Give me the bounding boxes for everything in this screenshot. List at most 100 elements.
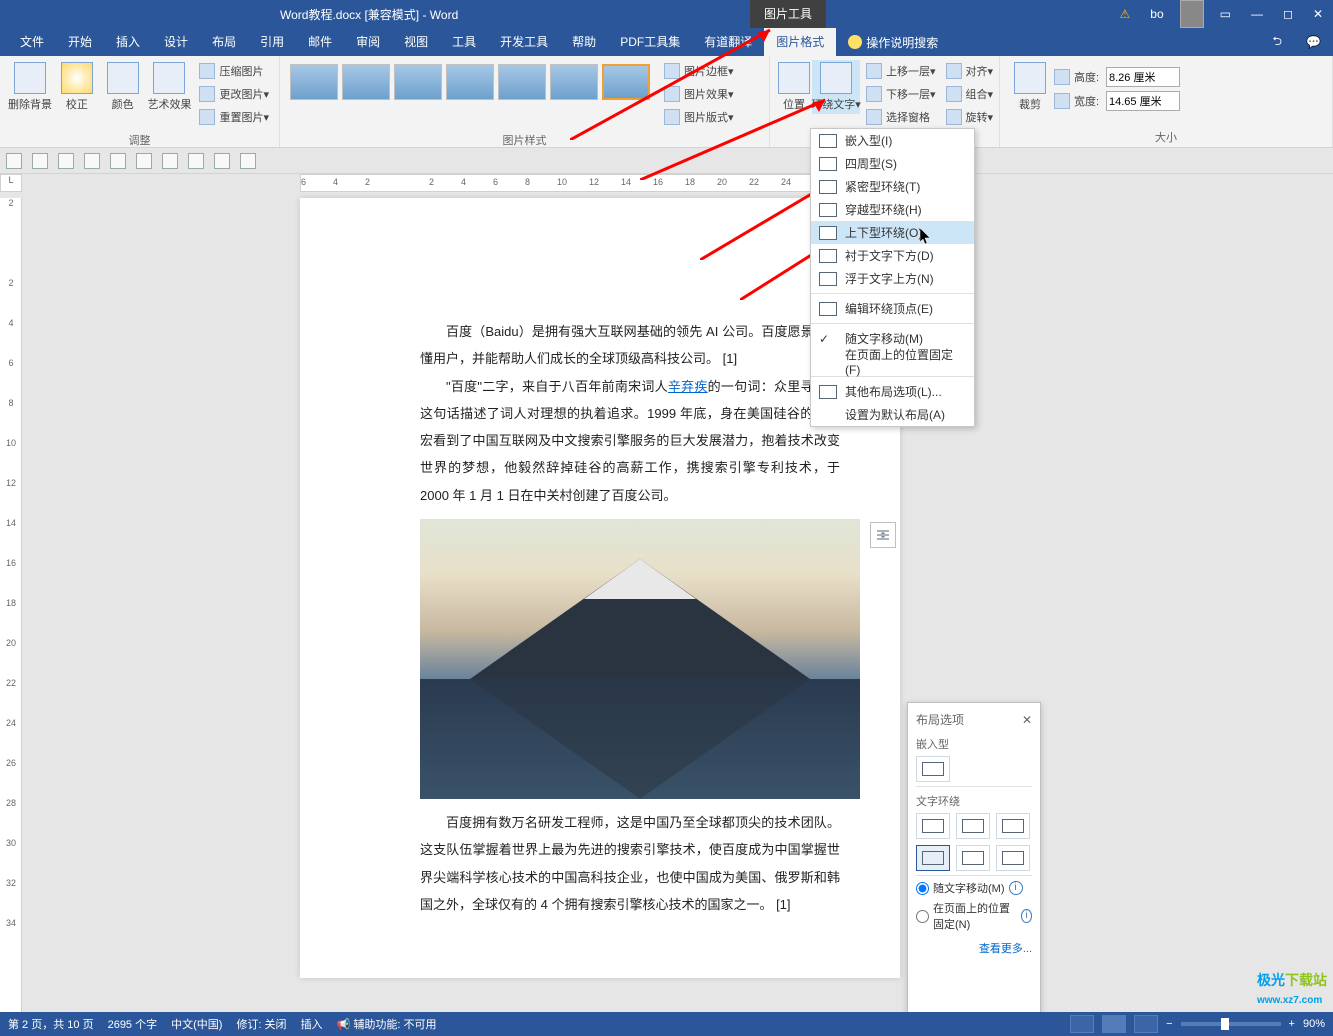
web-layout-button[interactable]	[1134, 1015, 1158, 1033]
fix-on-page[interactable]: 在页面上的位置固定(F)	[811, 350, 974, 373]
qat-icon[interactable]	[240, 153, 256, 169]
style-thumb[interactable]	[550, 64, 598, 100]
wrap-inline[interactable]: 嵌入型(I)	[811, 129, 974, 152]
language[interactable]: 中文(中国)	[171, 1016, 222, 1032]
print-layout-button[interactable]	[1102, 1015, 1126, 1033]
position-button[interactable]: 位置	[776, 60, 812, 114]
picture-style-gallery[interactable]	[286, 60, 654, 104]
style-thumb[interactable]	[290, 64, 338, 100]
maximize-button[interactable]: ◻	[1273, 0, 1303, 28]
vertical-ruler[interactable]: 2246810121416182022242628303234	[0, 198, 22, 1012]
tab-design[interactable]: 设计	[152, 28, 200, 56]
tab-review[interactable]: 审阅	[344, 28, 392, 56]
wrap-behind[interactable]: 衬于文字下方(D)	[811, 244, 974, 267]
wrap-text-button[interactable]: 环绕文字▾	[812, 60, 860, 114]
ribbon-display-icon[interactable]: ▭	[1210, 0, 1241, 28]
tab-tools[interactable]: 工具	[440, 28, 488, 56]
reset-pic-button[interactable]: 重置图片▾	[195, 106, 273, 128]
inserted-picture[interactable]	[420, 519, 840, 799]
layout-behind-option[interactable]	[956, 845, 990, 871]
picture-effects-button[interactable]: 图片效果▾	[660, 83, 738, 105]
insert-mode[interactable]: 插入	[301, 1016, 323, 1032]
tab-picture-format[interactable]: 图片格式	[764, 28, 836, 56]
tab-pdf[interactable]: PDF工具集	[608, 28, 692, 56]
warning-icon[interactable]: ⚠	[1110, 0, 1141, 28]
zoom-level[interactable]: 90%	[1303, 1018, 1325, 1030]
style-thumb-selected[interactable]	[602, 64, 650, 100]
style-thumb[interactable]	[446, 64, 494, 100]
layout-anchor-icon[interactable]	[870, 522, 896, 548]
save-icon[interactable]	[6, 153, 22, 169]
read-mode-button[interactable]	[1070, 1015, 1094, 1033]
wrap-through[interactable]: 穿越型环绕(H)	[811, 198, 974, 221]
edit-wrap-points[interactable]: 编辑环绕顶点(E)	[811, 297, 974, 320]
context-tab-picture-tools[interactable]: 图片工具	[750, 0, 826, 28]
fix-position-radio[interactable]: 在页面上的位置固定(N)i	[916, 900, 1032, 932]
tab-mailings[interactable]: 邮件	[296, 28, 344, 56]
track-changes[interactable]: 修订: 关闭	[236, 1016, 286, 1032]
picture-border-button[interactable]: 图片边框▾	[660, 60, 738, 82]
qat-icon[interactable]	[84, 153, 100, 169]
selection-pane-button[interactable]: 选择窗格	[862, 106, 940, 128]
page-indicator[interactable]: 第 2 页，共 10 页	[8, 1016, 94, 1032]
layout-topbottom-option[interactable]	[916, 845, 950, 871]
qat-icon[interactable]	[214, 153, 230, 169]
tab-translate[interactable]: 有道翻译	[692, 28, 764, 56]
rotate-button[interactable]: 旋转▾	[942, 106, 998, 128]
wrap-square[interactable]: 四周型(S)	[811, 152, 974, 175]
wrap-front[interactable]: 浮于文字上方(N)	[811, 267, 974, 290]
crop-button[interactable]: 裁剪	[1006, 60, 1054, 114]
layout-through-option[interactable]	[996, 813, 1030, 839]
zoom-slider[interactable]	[1181, 1022, 1281, 1026]
comments-icon[interactable]: 💬	[1294, 35, 1333, 49]
more-layout-options[interactable]: 其他布局选项(L)...	[811, 380, 974, 403]
user-name[interactable]: bo	[1140, 0, 1173, 28]
color-button[interactable]: 颜色	[100, 60, 146, 114]
accessibility[interactable]: 📢 辅助功能: 不可用	[337, 1016, 437, 1032]
style-thumb[interactable]	[498, 64, 546, 100]
style-thumb[interactable]	[394, 64, 442, 100]
remove-background-button[interactable]: 删除背景	[6, 60, 54, 114]
qat-icon[interactable]	[110, 153, 126, 169]
share-icon[interactable]: ⮌	[1260, 32, 1294, 53]
qat-icon[interactable]	[136, 153, 152, 169]
close-icon[interactable]: ✕	[1022, 713, 1032, 727]
corrections-button[interactable]: 校正	[54, 60, 100, 114]
word-count[interactable]: 2695 个字	[108, 1016, 158, 1032]
undo-icon[interactable]	[32, 153, 48, 169]
redo-icon[interactable]	[58, 153, 74, 169]
layout-square-option[interactable]	[916, 813, 950, 839]
send-backward-button[interactable]: 下移一层▾	[862, 83, 940, 105]
style-thumb[interactable]	[342, 64, 390, 100]
height-input[interactable]	[1106, 67, 1180, 87]
avatar[interactable]	[1180, 0, 1204, 28]
tab-insert[interactable]: 插入	[104, 28, 152, 56]
qat-icon[interactable]	[162, 153, 178, 169]
change-pic-button[interactable]: 更改图片▾	[195, 83, 273, 105]
layout-tight-option[interactable]	[956, 813, 990, 839]
link-xinqiji[interactable]: 辛弃疾	[668, 379, 708, 394]
width-input[interactable]	[1106, 91, 1180, 111]
bring-forward-button[interactable]: 上移一层▾	[862, 60, 940, 82]
tab-home[interactable]: 开始	[56, 28, 104, 56]
tab-developer[interactable]: 开发工具	[488, 28, 560, 56]
wrap-tight[interactable]: 紧密型环绕(T)	[811, 175, 974, 198]
align-button[interactable]: 对齐▾	[942, 60, 998, 82]
group-button[interactable]: 组合▾	[942, 83, 998, 105]
minimize-button[interactable]: —	[1241, 0, 1273, 28]
compress-button[interactable]: 压缩图片	[195, 60, 273, 82]
tab-view[interactable]: 视图	[392, 28, 440, 56]
picture-layout-button[interactable]: 图片版式▾	[660, 106, 738, 128]
zoom-in[interactable]: +	[1289, 1018, 1295, 1030]
info-icon[interactable]: i	[1021, 909, 1032, 923]
tab-file[interactable]: 文件	[8, 28, 56, 56]
tab-layout[interactable]: 布局	[200, 28, 248, 56]
info-icon[interactable]: i	[1009, 881, 1023, 895]
qat-icon[interactable]	[188, 153, 204, 169]
tab-help[interactable]: 帮助	[560, 28, 608, 56]
see-more-link[interactable]: 查看更多...	[916, 940, 1032, 956]
close-button[interactable]: ✕	[1303, 0, 1333, 28]
zoom-out[interactable]: −	[1166, 1018, 1172, 1030]
set-default-layout[interactable]: 设置为默认布局(A)	[811, 403, 974, 426]
tell-me[interactable]: 操作说明搜索	[848, 34, 938, 51]
